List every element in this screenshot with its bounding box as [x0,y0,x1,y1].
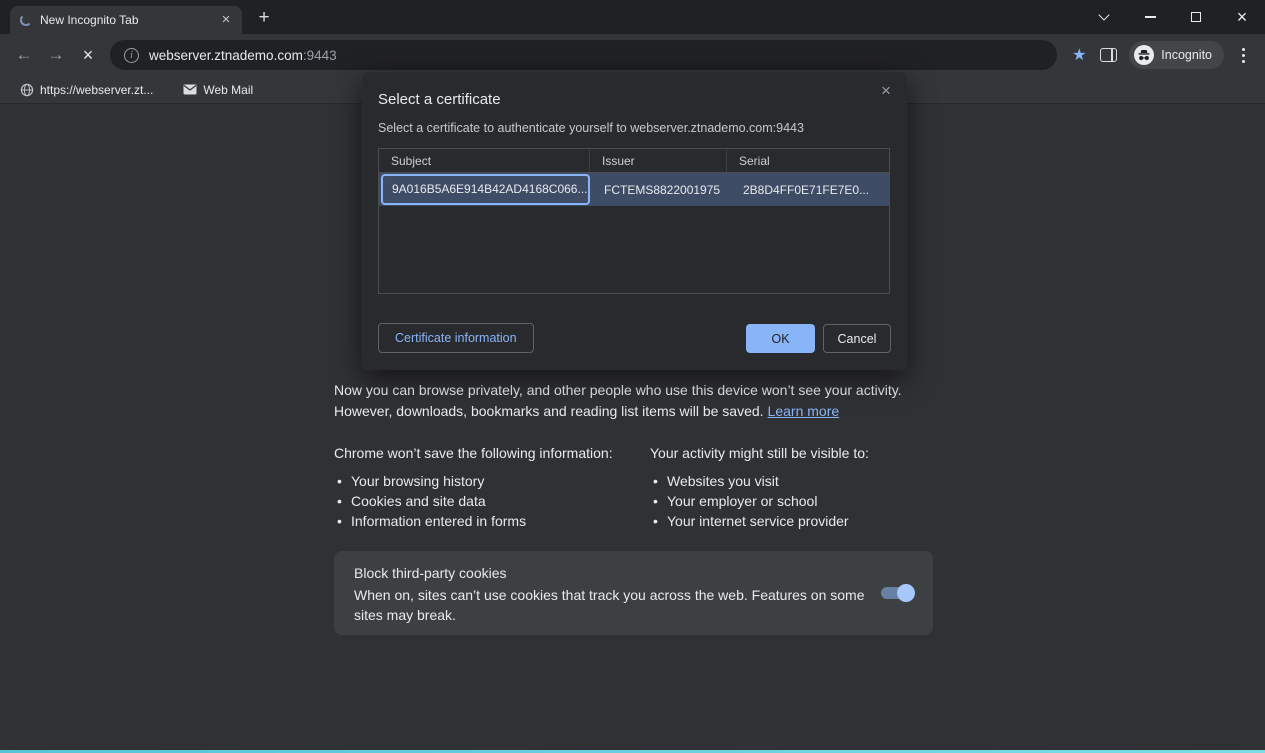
wont-save-column: Chrome won’t save the following informat… [334,444,650,531]
window-close-icon[interactable]: × [1219,0,1265,34]
certificate-table: Subject Issuer Serial 9A016B5A6E914B42AD… [378,148,890,294]
incognito-intro-text: Now you can browse privately, and other … [334,380,974,421]
tab-loading-spinner-icon [20,14,32,26]
list-item: Your employer or school [650,491,974,511]
ok-button[interactable]: OK [746,324,815,353]
list-item: Your internet service provider [650,511,974,531]
certificate-row-selected[interactable]: 9A016B5A6E914B42AD4168C066... FCTEMS8822… [379,173,889,206]
mail-icon [183,84,197,95]
dialog-title: Select a certificate [378,91,501,108]
url-host: webserver.ztnademo.com [149,48,303,63]
list-item: Your browsing history [334,471,650,491]
select-certificate-dialog: × Select a certificate Select a certific… [362,72,907,370]
learn-more-link[interactable]: Learn more [768,403,840,419]
column-header-subject: Subject [379,149,590,172]
visible-to-list: Websites you visit Your employer or scho… [650,471,974,531]
bookmark-item-webserver[interactable]: https://webserver.zt... [12,79,161,101]
browser-window: New Incognito Tab × + × ← → × i webserve… [0,0,1265,753]
back-icon[interactable]: ← [10,41,38,69]
bookmark-item-webmail[interactable]: Web Mail [175,79,261,101]
window-controls: × [1081,0,1265,34]
list-item: Websites you visit [650,471,974,491]
incognito-icon [1134,45,1154,65]
address-bar[interactable]: i webserver.ztnademo.com:9443 [110,40,1057,70]
stop-loading-icon[interactable]: × [74,41,102,69]
new-tab-button[interactable]: + [252,7,276,31]
forward-icon[interactable]: → [42,41,70,69]
cancel-button[interactable]: Cancel [823,324,891,353]
block-cookies-toggle[interactable] [881,587,913,599]
side-panel-icon [1100,48,1117,62]
tab-strip: New Incognito Tab × + × [0,0,1265,34]
certificate-information-button[interactable]: Certificate information [378,323,534,353]
browser-menu-icon[interactable] [1230,48,1257,63]
list-item: Cookies and site data [334,491,650,511]
incognito-badge: Incognito [1129,41,1224,69]
block-cookies-title: Block third-party cookies [354,563,913,583]
site-info-icon[interactable]: i [124,48,139,63]
bookmark-label: https://webserver.zt... [40,83,153,97]
certificate-subject-cell[interactable]: 9A016B5A6E914B42AD4168C066... [381,174,590,205]
tab-title: New Incognito Tab [40,13,218,27]
bookmark-star-icon[interactable]: ★ [1065,45,1093,65]
visible-to-column: Your activity might still be visible to:… [650,444,974,531]
column-header-issuer: Issuer [590,149,727,172]
toggle-thumb [897,584,915,602]
wont-save-list: Your browsing history Cookies and site d… [334,471,650,531]
tab-close-icon[interactable]: × [218,12,234,28]
block-cookies-description: When on, sites can’t use cookies that tr… [354,585,882,625]
wont-save-heading: Chrome won’t save the following informat… [334,444,650,462]
side-panel-button[interactable] [1093,48,1123,62]
maximize-icon[interactable] [1173,0,1219,34]
minimize-icon[interactable] [1127,0,1173,34]
list-item: Information entered in forms [334,511,650,531]
incognito-label: Incognito [1161,48,1212,62]
column-header-serial: Serial [727,149,889,172]
url-port: :9443 [303,48,337,63]
browser-toolbar: ← → × i webserver.ztnademo.com:9443 ★ In… [0,34,1265,76]
globe-icon [20,83,34,97]
certificate-serial-cell: 2B8D4FF0E71FE7E0... [731,183,889,197]
tab-search-chevron-icon[interactable] [1081,0,1127,34]
bookmark-label: Web Mail [203,83,253,97]
incognito-info-columns: Chrome won’t save the following informat… [334,444,974,531]
intro-line-2: However, downloads, bookmarks and readin… [334,401,974,422]
dialog-close-icon[interactable]: × [875,80,897,102]
visible-to-heading: Your activity might still be visible to: [650,444,974,462]
tab-new-incognito[interactable]: New Incognito Tab × [10,6,242,34]
block-cookies-card: Block third-party cookies When on, sites… [334,551,933,635]
dialog-subtitle: Select a certificate to authenticate you… [378,121,804,135]
intro-line-1: Now you can browse privately, and other … [334,380,974,401]
certificate-issuer-cell: FCTEMS8822001975 [592,183,731,197]
certificate-table-header: Subject Issuer Serial [379,149,889,173]
